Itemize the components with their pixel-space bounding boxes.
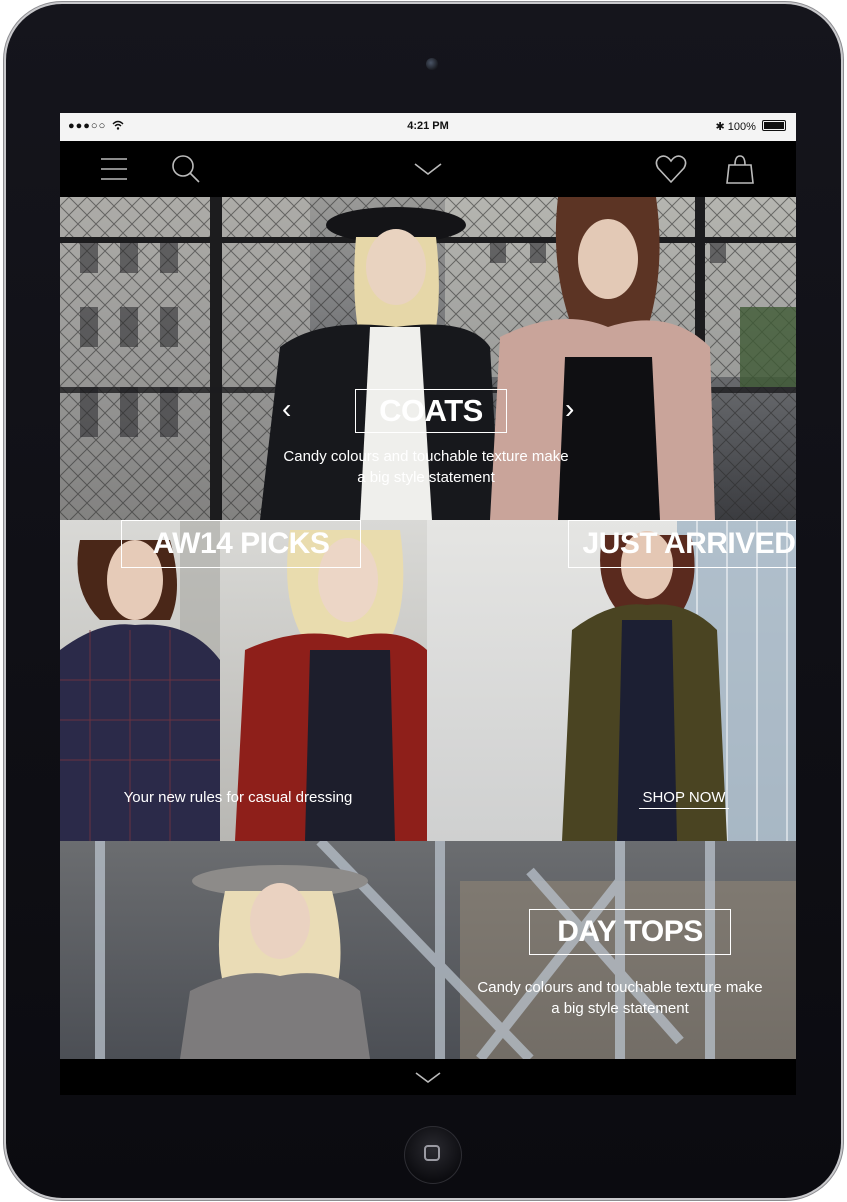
shopping-bag-icon[interactable] [722,151,758,187]
search-icon[interactable] [167,151,203,187]
front-camera [426,58,438,70]
status-bar: ●●●○○ 4:21 PM ✱ 100% [60,113,796,141]
hero-title: COATS [355,389,507,433]
just-arrived-tile[interactable]: JUST ARRIVED SHOP NOW [427,520,796,841]
just-arrived-photo [562,520,796,841]
shop-now-link[interactable]: SHOP NOW [639,787,729,809]
home-button-icon [424,1145,440,1161]
day-tops-subtitle-line1: Candy colours and touchable texture make [477,979,763,996]
battery-indicator: ✱ 100% [716,120,786,133]
day-tops-title: DAY TOPS [529,909,731,955]
aw14-title: AW14 PICKS [121,520,361,568]
chevron-down-icon[interactable] [410,151,446,187]
day-tops-subtitle-line2: a big style statement [551,1000,689,1017]
hero-subtitle: Candy colours and touchable texture make… [226,446,626,488]
carousel-prev-arrow[interactable]: ‹ [282,393,291,425]
day-tops-banner[interactable]: DAY TOPS Candy colours and touchable tex… [60,841,796,1059]
aw14-picks-tile[interactable]: AW14 PICKS Your new rules for casual dre… [60,520,427,841]
heart-icon[interactable] [653,151,689,187]
aw14-subtitle: Your new rules for casual dressing [123,789,353,806]
chevron-down-icon[interactable] [412,1063,444,1091]
bottom-bar [60,1059,796,1095]
hero-subtitle-line2: a big style statement [357,469,495,486]
hero-subtitle-line1: Candy colours and touchable texture make [283,448,569,465]
just-arrived-title: JUST ARRIVED [568,520,796,568]
hero-coats-banner[interactable]: ‹ › COATS Candy colours and touchable te… [60,197,796,520]
app-screen: ●●●○○ 4:21 PM ✱ 100% ‹ › COATS Candy col… [60,113,796,1095]
home-button[interactable] [404,1126,462,1184]
day-tops-subtitle: Candy colours and touchable texture make… [452,977,788,1019]
carousel-next-arrow[interactable]: › [565,393,574,425]
bluetooth-icon: ✱ [715,121,725,133]
clock: 4:21 PM [407,120,449,132]
top-nav [60,141,796,197]
battery-icon [762,120,786,131]
hamburger-icon[interactable] [96,151,132,187]
battery-percent: 100% [727,121,756,133]
